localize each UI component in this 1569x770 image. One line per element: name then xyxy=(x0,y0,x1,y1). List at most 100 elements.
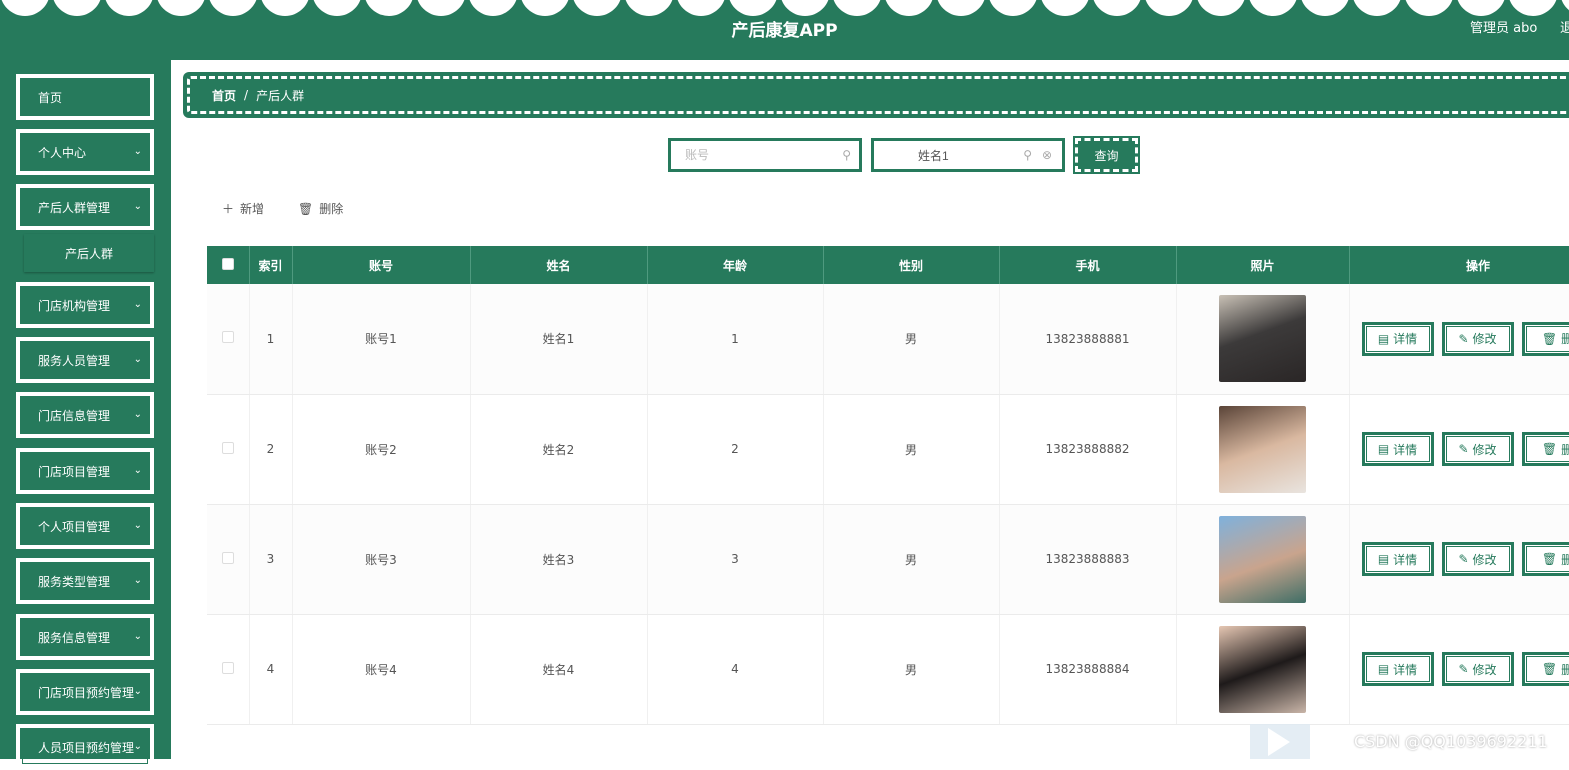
cell-age: 2 xyxy=(647,394,823,504)
cell-age: 3 xyxy=(647,504,823,614)
row-checkbox-cell[interactable] xyxy=(207,614,249,724)
chevron-down-icon: ⌄ xyxy=(134,520,142,531)
scallop-shape xyxy=(1300,0,1350,16)
scallop-shape xyxy=(468,0,518,16)
sidebar-item[interactable]: 门店项目管理⌄ xyxy=(16,448,154,494)
sidebar-item-label: 首页 xyxy=(38,89,62,106)
sidebar-item-label: 门店项目管理 xyxy=(38,463,110,480)
edit-button[interactable]: ✎修改 xyxy=(1442,652,1514,686)
cell-actions: ▤详情✎修改🗑删 xyxy=(1349,394,1569,504)
detail-button[interactable]: ▤详情 xyxy=(1362,322,1434,356)
query-button[interactable]: 查询 xyxy=(1075,138,1138,172)
sidebar: 首页个人中心⌄产后人群管理⌄门店机构管理⌄服务人员管理⌄门店信息管理⌄门店项目管… xyxy=(0,60,171,759)
cell-phone: 13823888881 xyxy=(999,284,1176,394)
sidebar-item-label: 人员项目预约管理 xyxy=(38,739,134,756)
scallop-shape xyxy=(1196,0,1246,16)
edit-button[interactable]: ✎修改 xyxy=(1442,432,1514,466)
cell-name: 姓名2 xyxy=(470,394,647,504)
scallop-shape xyxy=(520,0,570,16)
edit-button[interactable]: ✎修改 xyxy=(1442,542,1514,576)
sidebar-item[interactable]: 人员项目预约管理⌄ xyxy=(16,724,154,770)
sidebar-item[interactable]: 个人项目管理⌄ xyxy=(16,503,154,549)
sidebar-item[interactable]: 服务人员管理⌄ xyxy=(16,337,154,383)
row-checkbox[interactable] xyxy=(222,331,234,343)
row-checkbox[interactable] xyxy=(222,552,234,564)
row-checkbox-cell[interactable] xyxy=(207,394,249,504)
sidebar-item[interactable]: 门店机构管理⌄ xyxy=(16,282,154,328)
sidebar-item[interactable]: 产后人群管理⌄ xyxy=(16,184,154,230)
cell-gender: 男 xyxy=(823,504,999,614)
trash-icon: 🗑 xyxy=(298,202,313,216)
edit-button-label: 修改 xyxy=(1473,661,1497,678)
delete-button[interactable]: 🗑删 xyxy=(1522,652,1569,686)
chevron-down-icon: ⌄ xyxy=(134,575,142,586)
sidebar-item-label: 服务人员管理 xyxy=(38,352,110,369)
breadcrumb-home[interactable]: 首页 xyxy=(212,87,236,104)
sidebar-item-label: 服务信息管理 xyxy=(38,629,110,646)
account-search-input[interactable] xyxy=(685,148,815,162)
sidebar-item[interactable]: 门店信息管理⌄ xyxy=(16,392,154,438)
cell-age: 4 xyxy=(647,614,823,724)
delete-button-label: 删 xyxy=(1561,551,1569,568)
play-icon[interactable] xyxy=(1268,728,1290,756)
chevron-down-icon: ⌄ xyxy=(134,741,142,752)
sidebar-item-label: 门店机构管理 xyxy=(38,297,110,314)
scallop-shape xyxy=(364,0,414,16)
scallop-shape xyxy=(936,0,986,16)
trash-icon: 🗑 xyxy=(1542,552,1557,566)
sidebar-item-label: 门店项目预约管理 xyxy=(38,684,134,701)
logout-link[interactable]: 退 xyxy=(1560,17,1569,36)
row-checkbox[interactable] xyxy=(222,442,234,454)
row-checkbox-cell[interactable] xyxy=(207,504,249,614)
chevron-down-icon: ⌄ xyxy=(134,686,142,697)
sidebar-item[interactable]: 个人中心⌄ xyxy=(16,129,154,175)
clear-icon[interactable]: ⊗ xyxy=(1042,148,1052,162)
search-icon: ⚲ xyxy=(842,148,851,162)
admin-user-label[interactable]: 管理员 abo xyxy=(1470,17,1537,36)
sidebar-item[interactable]: 服务信息管理⌄ xyxy=(16,614,154,660)
detail-button[interactable]: ▤详情 xyxy=(1362,542,1434,576)
scallop-shape xyxy=(0,0,50,16)
delete-button[interactable]: 🗑删 xyxy=(1522,542,1569,576)
cell-actions: ▤详情✎修改🗑删 xyxy=(1349,504,1569,614)
detail-button[interactable]: ▤详情 xyxy=(1362,432,1434,466)
sidebar-subitem-postpartum-group[interactable]: 产后人群 xyxy=(24,234,154,272)
scallop-shape xyxy=(208,0,258,16)
cell-phone: 13823888884 xyxy=(999,614,1176,724)
cell-gender: 男 xyxy=(823,284,999,394)
select-all-checkbox[interactable] xyxy=(207,246,249,284)
pencil-icon: ✎ xyxy=(1458,332,1468,346)
document-icon: ▤ xyxy=(1378,332,1389,346)
account-search-field[interactable]: ⚲ xyxy=(668,138,862,172)
cell-index: 3 xyxy=(249,504,292,614)
scallop-shape xyxy=(728,0,778,16)
app-title: 产后康复APP xyxy=(0,16,1569,41)
detail-button[interactable]: ▤详情 xyxy=(1362,652,1434,686)
delete-button[interactable]: 🗑删 xyxy=(1522,322,1569,356)
sidebar-item[interactable]: 门店项目预约管理⌄ xyxy=(16,669,154,715)
sidebar-item[interactable]: 服务类型管理⌄ xyxy=(16,558,154,604)
scallop-shape xyxy=(624,0,674,16)
user-photo xyxy=(1219,295,1306,382)
sidebar-item-label: 产后人群管理 xyxy=(38,199,110,216)
cell-age: 1 xyxy=(647,284,823,394)
batch-delete-button[interactable]: 🗑 删除 xyxy=(298,200,343,217)
delete-button[interactable]: 🗑删 xyxy=(1522,432,1569,466)
data-table: 索引 账号 姓名 年龄 性别 手机 照片 操作 1账号1姓名11男1382388… xyxy=(207,246,1569,725)
scallop-shape xyxy=(52,0,102,16)
name-search-field[interactable]: ⚲ ⊗ xyxy=(871,138,1065,172)
cell-photo xyxy=(1176,504,1349,614)
add-button[interactable]: ＋ 新增 xyxy=(222,200,264,217)
breadcrumb-separator: / xyxy=(244,88,248,102)
cell-gender: 男 xyxy=(823,394,999,504)
row-checkbox[interactable] xyxy=(222,662,234,674)
edit-button[interactable]: ✎ 修改 xyxy=(1442,322,1514,356)
col-header-name: 姓名 xyxy=(470,246,647,284)
add-button-label: 新增 xyxy=(240,200,264,217)
scallop-shape xyxy=(572,0,622,16)
col-header-index: 索引 xyxy=(249,246,292,284)
row-checkbox-cell[interactable] xyxy=(207,284,249,394)
edit-button-label: 修改 xyxy=(1473,330,1497,347)
sidebar-item[interactable]: 首页 xyxy=(16,74,154,120)
delete-button-label: 删 xyxy=(1561,330,1569,347)
